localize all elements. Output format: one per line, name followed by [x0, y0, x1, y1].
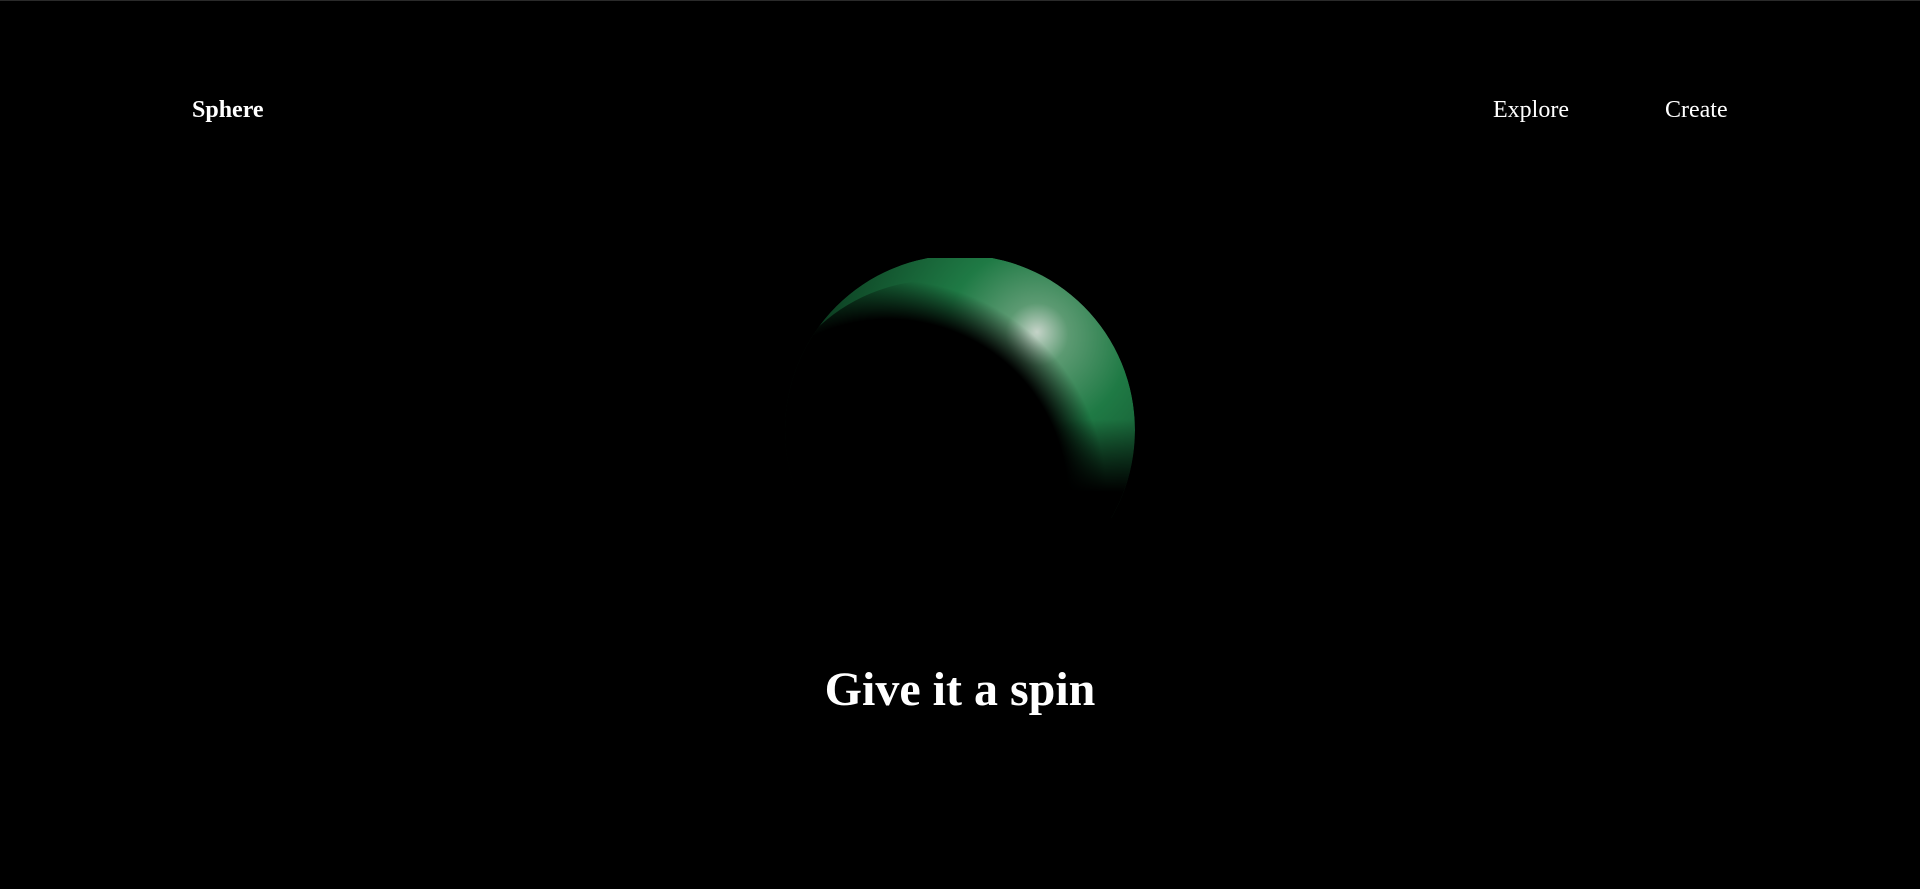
- hero-headline: Give it a spin: [824, 663, 1096, 717]
- top-border: [0, 0, 1920, 1]
- nav-explore-link[interactable]: Explore: [1493, 94, 1569, 126]
- logo[interactable]: Sphere: [192, 94, 264, 126]
- sphere-icon: [785, 258, 1135, 518]
- nav-create-link[interactable]: Create: [1665, 94, 1728, 126]
- sphere-canvas[interactable]: [760, 258, 1160, 518]
